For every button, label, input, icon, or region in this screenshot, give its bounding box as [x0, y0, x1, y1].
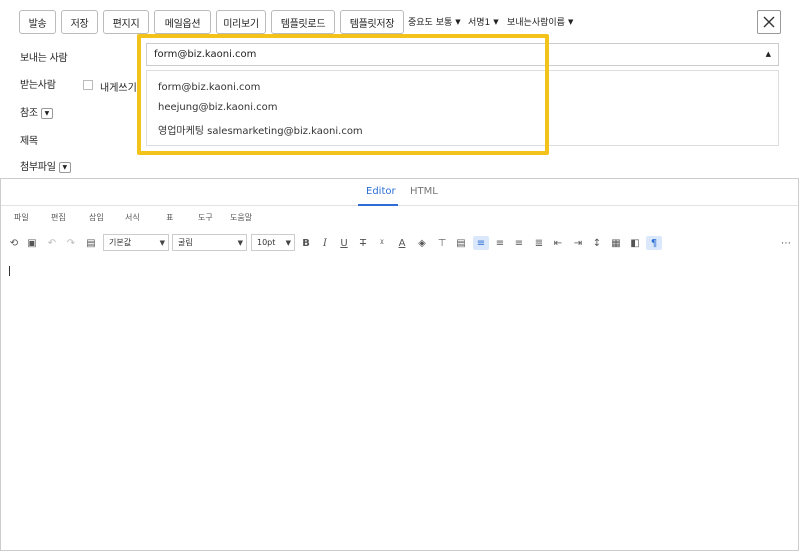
caret-down-icon: ▼: [62, 163, 67, 171]
find-replace-icon[interactable]: ⟲: [7, 236, 21, 250]
caret-down-icon: ▼: [237, 239, 243, 247]
font-family-select[interactable]: 굴림 ▼: [172, 234, 247, 251]
block-format-select[interactable]: 기본값 ▼: [103, 234, 169, 251]
align-justify-icon[interactable]: ≣: [532, 236, 546, 250]
cc-toggle-button[interactable]: ▼: [40, 107, 53, 119]
paste-icon[interactable]: ▤: [84, 236, 98, 250]
print-icon[interactable]: ▣: [25, 236, 39, 250]
outdent-icon[interactable]: ⇤: [551, 236, 565, 250]
from-label: 보내는 사람: [20, 53, 68, 64]
signature-dropdown[interactable]: 서명1 ▼: [468, 15, 499, 29]
importance-dropdown[interactable]: 중요도 보통 ▼: [408, 15, 461, 29]
menu-table[interactable]: 표: [166, 212, 173, 223]
editor-menubar: 파일 편집 삽입 서식 표 도구 도움말: [1, 209, 798, 225]
menu-edit[interactable]: 편집: [51, 212, 66, 223]
top-toolbar: 발송 저장 편지지 메일옵션 미리보기 템플릿로드 템플릿저장 중요도 보통 ▼…: [0, 0, 800, 44]
editor-tabs: Editor HTML: [1, 179, 798, 206]
bold-icon[interactable]: B: [300, 236, 312, 250]
stationery-button[interactable]: 편지지: [103, 10, 149, 34]
menu-insert[interactable]: 삽입: [89, 212, 104, 223]
sender-option[interactable]: 영업마케팅 salesmarketing@biz.kaoni.com: [158, 122, 363, 137]
line-height-icon[interactable]: ↕: [590, 236, 604, 250]
close-icon: [763, 16, 775, 28]
text-color-icon[interactable]: A: [395, 236, 409, 250]
self-checkbox[interactable]: [83, 80, 93, 90]
align-left-icon[interactable]: ≡: [473, 236, 489, 250]
paste-text-icon[interactable]: ▤: [454, 236, 468, 250]
caret-up-icon: ▲: [765, 50, 771, 58]
align-right-icon[interactable]: ≡: [512, 236, 526, 250]
subject-label: 제목: [20, 136, 38, 147]
to-label: 받는사람: [20, 80, 56, 91]
menu-file[interactable]: 파일: [14, 212, 29, 223]
underline-icon[interactable]: U: [338, 236, 350, 250]
signature-label: 서명1: [468, 18, 491, 28]
background-color-icon[interactable]: ◈: [415, 236, 429, 250]
clear-format-icon[interactable]: ᵡ: [375, 236, 389, 250]
menu-format[interactable]: 서식: [125, 212, 140, 223]
mail-options-button[interactable]: 메일옵션: [154, 10, 211, 34]
undo-icon[interactable]: ↶: [45, 236, 59, 250]
table-icon[interactable]: ▦: [609, 236, 623, 250]
sender-name-label: 보내는사람이름: [507, 18, 565, 28]
importance-label: 중요도 보통: [408, 18, 453, 28]
font-family-value: 굴림: [178, 238, 193, 247]
format-painter-icon[interactable]: ⊤: [435, 236, 449, 250]
editor-toolbar: ⟲ ▣ ↶ ↷ ▤ 기본값 ▼ 굴림 ▼ 10pt ▼ B I U T ᵡ A …: [1, 231, 798, 253]
font-size-value: 10pt: [257, 238, 276, 247]
menu-help[interactable]: 도움말: [230, 212, 252, 223]
caret-down-icon: ▼: [285, 239, 291, 247]
caret-down-icon: ▼: [567, 17, 574, 26]
special-char-icon[interactable]: ◧: [628, 236, 642, 250]
font-size-select[interactable]: 10pt ▼: [251, 234, 295, 251]
template-load-button[interactable]: 템플릿로드: [271, 10, 335, 34]
redo-icon[interactable]: ↷: [64, 236, 78, 250]
save-button[interactable]: 저장: [61, 10, 98, 34]
attach-toggle-button[interactable]: ▼: [58, 161, 71, 173]
attach-label: 첨부파일: [20, 162, 56, 173]
preview-button[interactable]: 미리보기: [216, 10, 266, 34]
sender-name-dropdown[interactable]: 보내는사람이름 ▼: [507, 15, 574, 29]
indent-icon[interactable]: ⇥: [571, 236, 585, 250]
strikethrough-icon[interactable]: T: [357, 236, 369, 250]
italic-icon[interactable]: I: [319, 236, 331, 250]
text-cursor[interactable]: [9, 266, 10, 276]
cc-label: 참조: [20, 108, 38, 119]
cc-label-row: 참조 ▼: [20, 104, 53, 119]
attach-label-row: 첨부파일 ▼: [20, 158, 71, 173]
sender-option[interactable]: form@biz.kaoni.com: [158, 82, 260, 93]
align-center-icon[interactable]: ≡: [493, 236, 507, 250]
more-icon[interactable]: ⋯: [779, 236, 793, 250]
sender-dropdown-list: form@biz.kaoni.com heejung@biz.kaoni.com…: [146, 70, 779, 146]
from-value: form@biz.kaoni.com: [154, 49, 257, 60]
tab-editor[interactable]: Editor: [366, 186, 396, 197]
caret-down-icon: ▼: [493, 17, 499, 26]
template-save-button[interactable]: 템플릿저장: [340, 10, 404, 34]
caret-down-icon: ▼: [159, 239, 165, 247]
tab-html[interactable]: HTML: [410, 186, 438, 197]
menu-tools[interactable]: 도구: [198, 212, 213, 223]
from-select[interactable]: form@biz.kaoni.com ▲: [146, 43, 779, 66]
block-format-value: 기본값: [109, 238, 132, 247]
editor: Editor HTML 파일 편집 삽입 서식 표 도구 도움말 ⟲ ▣ ↶ ↷…: [0, 178, 799, 551]
sender-option[interactable]: heejung@biz.kaoni.com: [158, 102, 278, 113]
show-blocks-icon[interactable]: ¶: [646, 236, 662, 250]
active-tab-indicator: [358, 204, 398, 206]
self-label: 내게쓰기: [100, 83, 137, 94]
caret-down-icon: ▼: [44, 109, 50, 117]
caret-down-icon: ▼: [455, 17, 461, 26]
send-button[interactable]: 발송: [19, 10, 56, 34]
close-button[interactable]: [757, 10, 781, 34]
